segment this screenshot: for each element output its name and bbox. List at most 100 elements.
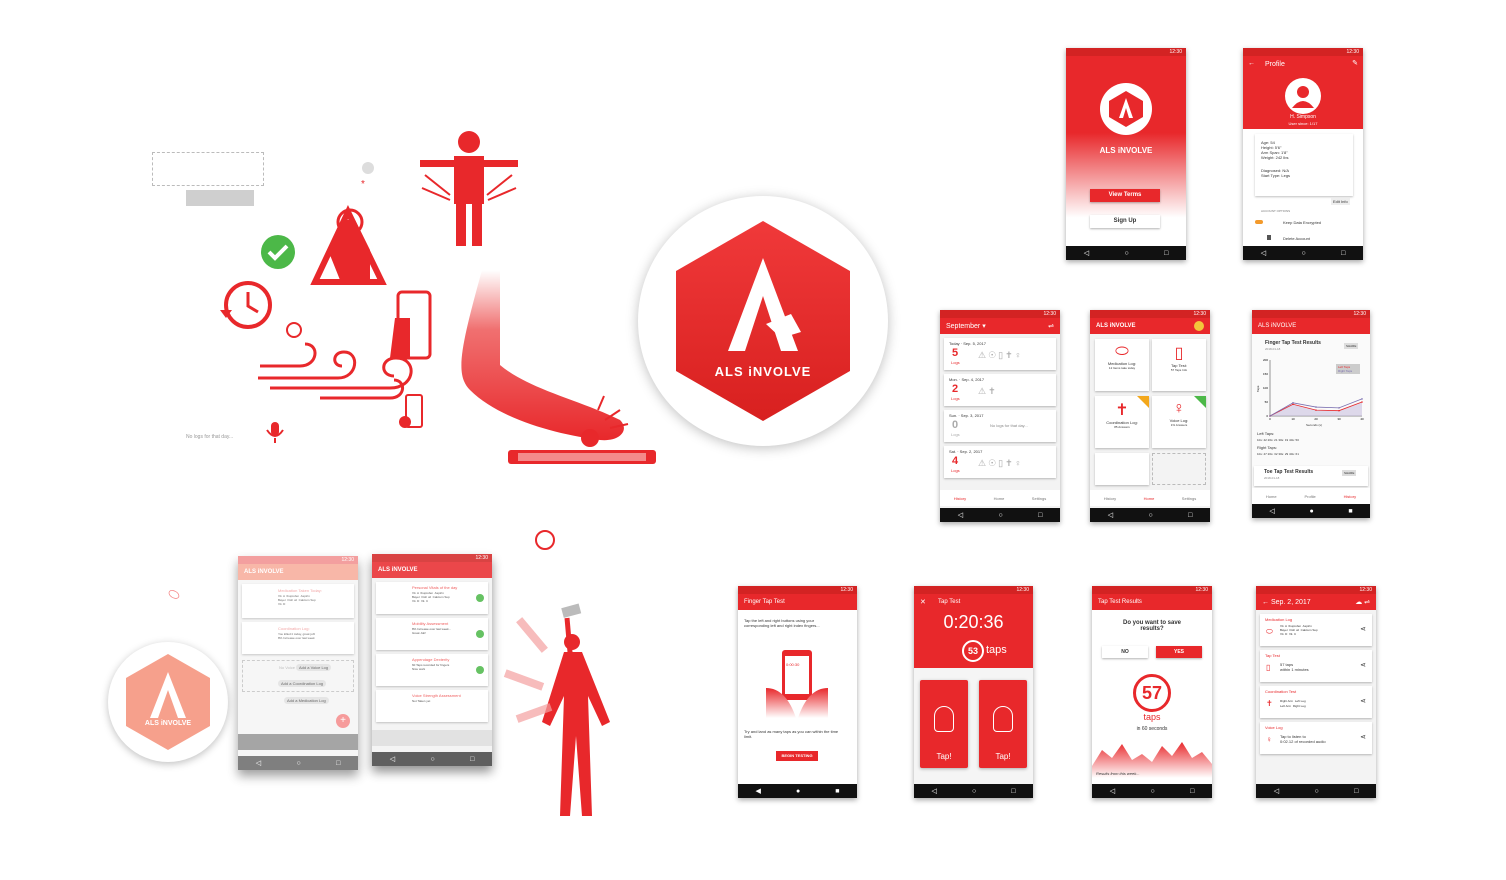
month-selector[interactable]: September ▾ <box>946 322 986 330</box>
results-date: 2018-01-18 <box>1265 347 1281 351</box>
right-taps-label: Right Taps: <box>1257 445 1277 450</box>
left-tap-button[interactable]: Tap! <box>920 680 968 768</box>
avatar[interactable] <box>1194 321 1204 331</box>
home-icon[interactable]: ○ <box>1314 788 1318 795</box>
y-tick-label: 200 <box>1263 358 1268 362</box>
close-icon[interactable]: ✕ <box>920 598 926 606</box>
begin-testing-button[interactable]: BEGIN TESTING <box>776 751 818 761</box>
home-icon[interactable]: ○ <box>1148 512 1152 519</box>
back-icon[interactable]: ◁ <box>1110 787 1115 795</box>
recent-icon[interactable]: □ <box>1190 788 1194 795</box>
encrypt-toggle[interactable] <box>1255 220 1263 224</box>
back-icon[interactable]: ◁ <box>1274 787 1279 795</box>
back-icon[interactable]: ◁ <box>1261 249 1266 257</box>
tile-coordination[interactable]: ✝ Coordination Log: 85 Answers <box>1095 396 1149 448</box>
share-icon[interactable]: ⋖ <box>1360 697 1366 705</box>
home-icon[interactable]: ○ <box>998 512 1002 519</box>
day-card[interactable]: Sun. · Sep. 3, 2017 0 Logs No logs for t… <box>944 410 1056 442</box>
recent-icon[interactable]: ■ <box>1348 508 1352 515</box>
day-log-back[interactable]: ← Sep. 2, 2017 <box>1262 599 1311 606</box>
back-icon[interactable]: ◁ <box>1108 511 1113 519</box>
faded-coordination-card[interactable]: Coordination Log: You killed it today, g… <box>242 622 354 654</box>
tile-tap-small[interactable] <box>1095 453 1149 485</box>
home-icon[interactable]: ● <box>1309 508 1313 515</box>
recent-icon[interactable]: □ <box>1188 512 1192 519</box>
recent-icon[interactable]: □ <box>1038 512 1042 519</box>
filter-icon[interactable]: ⇌ <box>1048 322 1054 330</box>
tap-finger-icon <box>993 706 1013 732</box>
day-card[interactable]: Sat. · Sep. 2, 2017 4 Logs ⚠☉▯✝♀ <box>944 446 1056 478</box>
home-icon[interactable]: ○ <box>1124 250 1128 257</box>
add-voice-log-button[interactable]: Add a Voice Log <box>296 664 332 671</box>
home-icon[interactable]: ○ <box>1301 250 1305 257</box>
back-icon[interactable]: ◁ <box>1084 249 1089 257</box>
nav-history[interactable]: History <box>1344 494 1356 499</box>
tap-count-unit: taps <box>986 644 1007 656</box>
add-medication-log-button[interactable]: Add a Medication Log <box>284 697 329 704</box>
view-terms-button[interactable]: View Terms <box>1090 189 1160 202</box>
delete-account-link[interactable]: Delete Account <box>1283 236 1310 241</box>
tile-add[interactable] <box>1152 453 1206 485</box>
system-nav: ◁ ○ □ <box>940 508 1060 522</box>
edit-info-button[interactable]: Edit Info <box>1331 198 1350 205</box>
start-type: Start Type: Legs <box>1261 173 1291 178</box>
no-button[interactable]: NO <box>1102 646 1148 658</box>
nav-history[interactable]: History <box>1104 496 1116 501</box>
share-button[interactable]: SHARE <box>1344 343 1359 349</box>
home-icon[interactable]: ○ <box>972 788 976 795</box>
tap-count-badge: 53 <box>962 640 984 662</box>
back-icon[interactable]: ◁ <box>1269 507 1274 515</box>
y-axis-label: Taps <box>1256 385 1260 392</box>
share-icon[interactable]: ⋖ <box>1360 661 1366 669</box>
back-icon[interactable]: ◁ <box>932 787 937 795</box>
right-tap-button[interactable]: Tap! <box>979 680 1027 768</box>
recent-icon[interactable]: □ <box>1164 250 1168 257</box>
fab-add-button[interactable]: + <box>336 714 350 728</box>
vitals-card[interactable]: Personal Vitals of the day Vit. A Ibupro… <box>376 582 488 614</box>
tap-test-card[interactable]: Tap Test ▯ 57 taps within 1 minutes ⋖ <box>1260 650 1372 682</box>
coordination-card[interactable]: Coordination Test ✝ Right Arm Left Leg L… <box>1260 686 1372 718</box>
nav-home[interactable]: Home <box>1144 496 1155 501</box>
back-arrow-icon[interactable]: ← <box>1248 60 1255 67</box>
mobility-card[interactable]: Mobility Assessment 8% Increase over las… <box>376 618 488 650</box>
finger-tap-screen: 12:30 Finger Tap Test Tap the left and r… <box>738 586 857 798</box>
toe-share-button[interactable]: SHARE <box>1342 470 1357 476</box>
dexterity-card[interactable]: Appendage Dexterity 60 Taps recorded for… <box>376 654 488 686</box>
nav-settings[interactable]: Settings <box>1182 496 1196 501</box>
filter-icon[interactable]: ☁ ⇌ <box>1355 598 1370 606</box>
toe-card[interactable]: Toe Tap Test Results 2018-01-18 SHARE <box>1254 466 1368 486</box>
tile-medication[interactable]: ⬭ Medication Log: 12 Items take today <box>1095 339 1149 391</box>
check-circle-icon <box>261 235 295 269</box>
medication-log-card[interactable]: Medication Log ⬭ Vit. A Ibuprofen Aspiri… <box>1260 614 1372 646</box>
x-tick-label: 0 <box>1269 417 1271 421</box>
home-icon[interactable]: ● <box>796 788 800 795</box>
recent-icon[interactable]: □ <box>1354 788 1358 795</box>
nav-settings[interactable]: Settings <box>1032 496 1046 501</box>
profile-header: ← Profile ✎ H. Simpson User since: 1/17 <box>1243 56 1363 129</box>
recent-icon[interactable]: □ <box>1341 250 1345 257</box>
recent-icon[interactable]: ■ <box>835 788 839 795</box>
faded-medication-card[interactable]: Medication Taken Today: Vit. A Ibuprofen… <box>242 584 354 618</box>
tile-tap-test[interactable]: ▯ Tap Test: 57 Taps Info <box>1152 339 1206 391</box>
share-icon[interactable]: ⋖ <box>1360 625 1366 633</box>
nav-history[interactable]: History <box>954 496 966 501</box>
system-nav: ◁ ○ □ <box>914 784 1033 798</box>
share-icon[interactable]: ⋖ <box>1360 733 1366 741</box>
voice-log-card[interactable]: Voice Log ♀ Tap to listen to 0:02.12 of … <box>1260 722 1372 754</box>
day-card[interactable]: Today · Sep. 5, 2017 5 Logs ⚠☉▯✝♀ <box>944 338 1056 370</box>
tile-voice[interactable]: ♀ Voice Log: 1% Answers <box>1152 396 1206 448</box>
sign-up-button[interactable]: Sign Up <box>1090 215 1160 228</box>
home-icon[interactable]: ○ <box>1150 788 1154 795</box>
yes-button[interactable]: YES <box>1156 646 1202 658</box>
add-coordination-log-button[interactable]: Add a Coordination Log <box>278 680 327 687</box>
nav-home[interactable]: Home <box>994 496 1005 501</box>
x-tick-label: 20 <box>1314 417 1318 421</box>
edit-pencil-icon[interactable]: ✎ <box>1352 59 1358 67</box>
back-icon[interactable]: ◀ <box>756 787 761 795</box>
back-icon[interactable]: ◁ <box>958 511 963 519</box>
nav-profile[interactable]: Profile <box>1304 494 1315 499</box>
voice-strength-card[interactable]: Voice Strength Assessment Not Taken yet <box>376 690 488 722</box>
nav-home[interactable]: Home <box>1266 494 1277 499</box>
recent-icon[interactable]: □ <box>1011 788 1015 795</box>
day-card[interactable]: Mon. · Sep. 4, 2017 2 Logs ⚠✝ <box>944 374 1056 406</box>
